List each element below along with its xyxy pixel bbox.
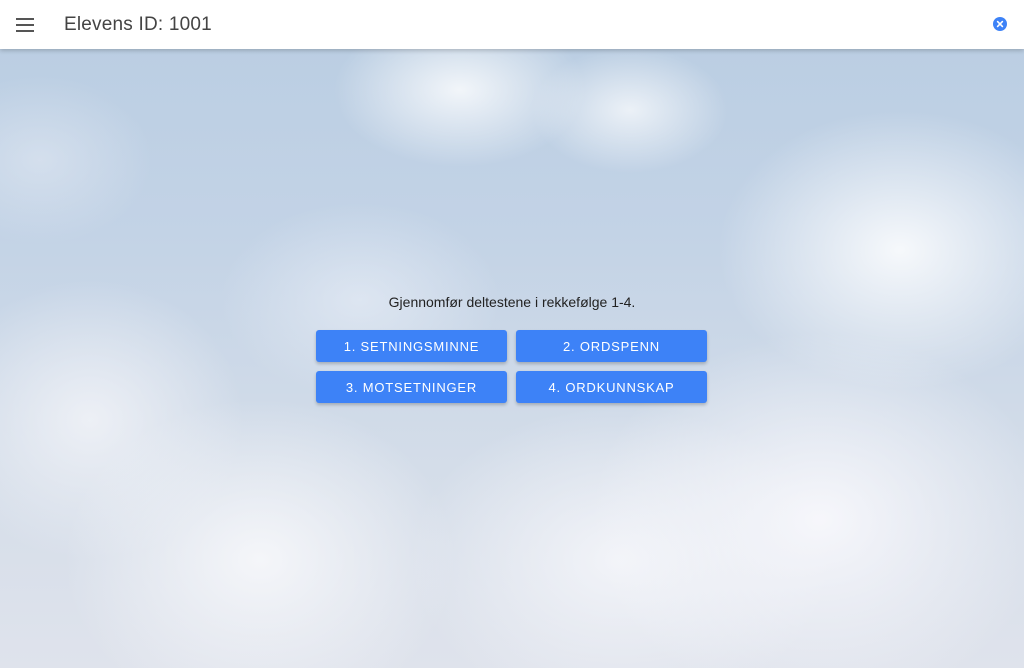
- test-button-setningsminne[interactable]: 1. SETNINGSMINNE: [316, 330, 507, 362]
- test-button-grid: 1. SETNINGSMINNE 2. ORDSPENN 3. MOTSETNI…: [316, 330, 708, 403]
- menu-button[interactable]: [13, 13, 37, 37]
- test-button-ordkunnskap[interactable]: 4. ORDKUNNSKAP: [516, 371, 707, 403]
- close-button[interactable]: [993, 17, 1007, 31]
- test-button-ordspenn[interactable]: 2. ORDSPENN: [516, 330, 707, 362]
- main-content: Gjennomfør deltestene i rekkefølge 1-4. …: [0, 49, 1024, 668]
- app-bar: Elevens ID: 1001: [0, 0, 1024, 49]
- page-title: Elevens ID: 1001: [64, 13, 212, 35]
- hamburger-menu-icon: [16, 17, 34, 32]
- instruction-text: Gjennomfør deltestene i rekkefølge 1-4.: [388, 294, 636, 310]
- page: Elevens ID: 1001 Gjennomfør deltestene i…: [0, 0, 1024, 668]
- test-button-motsetninger[interactable]: 3. MOTSETNINGER: [316, 371, 507, 403]
- close-circle-icon: [993, 17, 1007, 31]
